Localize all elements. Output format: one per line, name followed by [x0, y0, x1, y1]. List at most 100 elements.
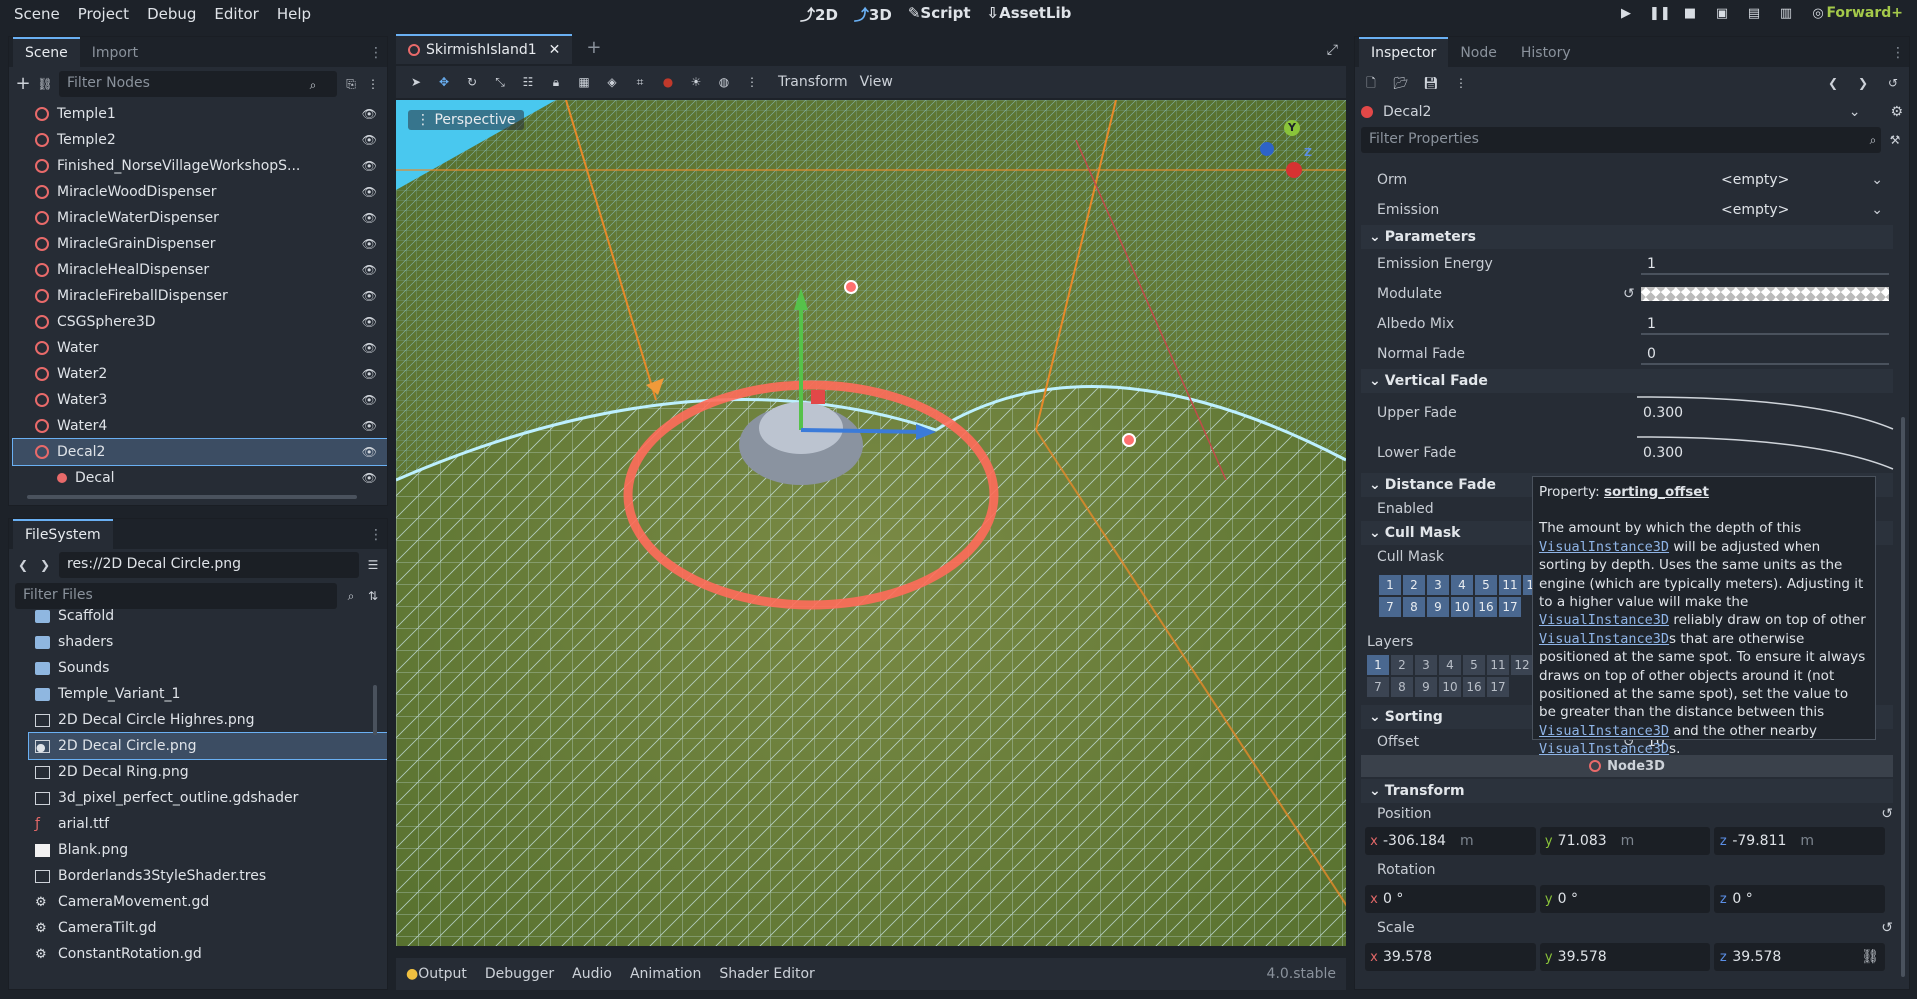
- rotation-y[interactable]: y0 °: [1539, 885, 1711, 913]
- perspective-button[interactable]: ⋮ Perspective: [408, 110, 524, 130]
- layer-cell[interactable]: 9: [1415, 677, 1437, 697]
- filter-files-input[interactable]: Filter Files: [15, 583, 337, 609]
- new-resource-icon[interactable]: 🗋︎: [1363, 75, 1379, 91]
- visibility-icon[interactable]: 👁︎: [362, 211, 377, 225]
- tree-item[interactable]: CSGSphere3D 👁︎: [13, 309, 387, 335]
- gizmo-neg-z[interactable]: [1260, 142, 1274, 156]
- revert-icon[interactable]: ↺: [1623, 286, 1635, 302]
- property-options-icon[interactable]: ⚒: [1887, 132, 1903, 148]
- layer-cell[interactable]: 5: [1463, 655, 1485, 675]
- emission-energy-value[interactable]: 1: [1647, 256, 1656, 272]
- layer-cell[interactable]: 8: [1403, 597, 1425, 617]
- layer-cell[interactable]: 3: [1427, 575, 1449, 595]
- layer-cell[interactable]: 12: [1511, 655, 1533, 675]
- chevron-down-icon[interactable]: ⌄: [1871, 202, 1883, 218]
- visibility-icon[interactable]: 👁︎: [362, 133, 377, 147]
- tree-item[interactable]: MiracleWoodDispenser 👁︎: [13, 179, 387, 205]
- sort-icon[interactable]: ⇅: [365, 588, 381, 604]
- tree-item[interactable]: Water4 👁︎: [13, 413, 387, 439]
- visibility-icon[interactable]: 👁︎: [362, 341, 377, 355]
- tree-item[interactable]: Finished_NorseVillageWorkshopS... 👁︎: [13, 153, 387, 179]
- split-mode-icon[interactable]: ☰: [365, 557, 381, 573]
- file-item[interactable]: ⚙CylinderMeshVerticesPosition.gd: [29, 967, 387, 973]
- transform-menu[interactable]: Transform: [778, 74, 848, 90]
- back-icon[interactable]: ❮: [15, 557, 31, 573]
- upper-fade-curve[interactable]: [1637, 393, 1897, 433]
- layer-cell[interactable]: 7: [1367, 677, 1389, 697]
- movie-maker-icon[interactable]: ◎: [1809, 5, 1827, 23]
- revert-icon[interactable]: ↺: [1881, 920, 1893, 936]
- mode-script-button[interactable]: ✎Script: [908, 4, 971, 25]
- layer-cell[interactable]: 8: [1391, 677, 1413, 697]
- more-icon[interactable]: ⋮: [1453, 75, 1469, 91]
- layer-cell[interactable]: 11: [1487, 655, 1509, 675]
- file-item[interactable]: Borderlands3StyleShader.tres: [29, 863, 387, 889]
- gizmo-z[interactable]: Z: [1304, 146, 1312, 159]
- layer-cell[interactable]: 2: [1403, 575, 1425, 595]
- camera-icon[interactable]: ●: [660, 74, 676, 90]
- gizmo-y[interactable]: Y: [1284, 120, 1300, 136]
- dock-menu-icon[interactable]: ⋮: [1891, 45, 1905, 61]
- emission-value[interactable]: <empty>: [1721, 202, 1789, 218]
- tooltip-link[interactable]: VisualInstance3D: [1539, 631, 1669, 647]
- renderer-selector[interactable]: Forward+: [1826, 5, 1903, 21]
- layer-cell[interactable]: 1: [1379, 575, 1401, 595]
- tab-node[interactable]: Node: [1448, 39, 1509, 67]
- visibility-icon[interactable]: 👁︎: [362, 393, 377, 407]
- albedo-mix-value[interactable]: 1: [1647, 316, 1656, 332]
- layer-cell[interactable]: 4: [1451, 575, 1473, 595]
- rotation-x[interactable]: x0 °: [1365, 885, 1536, 913]
- visibility-icon[interactable]: 👁︎: [362, 445, 377, 459]
- dock-menu-icon[interactable]: ⋮: [369, 527, 383, 543]
- filter-properties-input[interactable]: Filter Properties: [1361, 127, 1881, 153]
- position-y[interactable]: y 71.083 m: [1539, 827, 1711, 855]
- scale-x[interactable]: x 39.578: [1365, 943, 1536, 971]
- pause-icon[interactable]: ❚❚: [1649, 5, 1671, 23]
- tree-item[interactable]: MiracleFireballDispenser 👁︎: [13, 283, 387, 309]
- file-list-scrollbar[interactable]: [373, 685, 377, 735]
- mode-3d-button[interactable]: ⤴3D: [854, 4, 892, 25]
- layer-cell[interactable]: 11: [1499, 575, 1521, 595]
- snap-icon[interactable]: ⌗: [632, 74, 648, 90]
- rotate-tool-icon[interactable]: ↻: [464, 74, 480, 90]
- file-item[interactable]: ⚙ CameraMovement.gd: [29, 889, 387, 915]
- link-icon[interactable]: ⛓: [1861, 949, 1879, 965]
- file-item[interactable]: Blank.png: [29, 837, 387, 863]
- visibility-icon[interactable]: 👁︎: [362, 237, 377, 251]
- forward-icon[interactable]: ❯: [37, 557, 53, 573]
- albedo-mix-slider[interactable]: [1641, 333, 1889, 335]
- tab-animation[interactable]: Animation: [630, 966, 701, 982]
- tree-item[interactable]: MiracleGrainDispenser 👁︎: [13, 231, 387, 257]
- tree-item[interactable]: Temple2 👁︎: [13, 127, 387, 153]
- tab-shader-editor[interactable]: Shader Editor: [719, 966, 814, 982]
- play-scene-icon[interactable]: ▤: [1745, 5, 1763, 23]
- layer-cell[interactable]: 7: [1379, 597, 1401, 617]
- menu-project[interactable]: Project: [69, 5, 138, 23]
- visibility-icon[interactable]: 👁︎: [362, 289, 377, 303]
- view-gizmo[interactable]: Y Z: [1256, 118, 1316, 178]
- tab-filesystem[interactable]: FileSystem: [13, 519, 113, 549]
- add-tab-icon[interactable]: +: [586, 37, 601, 58]
- layer-cell[interactable]: 17: [1499, 597, 1521, 617]
- remote-debug-icon[interactable]: ▣: [1713, 5, 1731, 23]
- distraction-free-icon[interactable]: ⤢: [1327, 42, 1338, 58]
- layer-cell[interactable]: 10: [1451, 597, 1473, 617]
- instance-scene-icon[interactable]: ⎘: [343, 76, 359, 92]
- revert-icon[interactable]: ↺: [1881, 806, 1893, 822]
- tree-item[interactable]: Water 👁︎: [13, 335, 387, 361]
- tab-debugger[interactable]: Debugger: [485, 966, 554, 982]
- path-input[interactable]: res://2D Decal Circle.png: [59, 552, 359, 578]
- tooltip-link[interactable]: VisualInstance3D: [1539, 741, 1669, 757]
- history-icon[interactable]: ↺: [1885, 75, 1901, 91]
- scale-z[interactable]: z 39.578 ⛓: [1714, 943, 1886, 971]
- menu-help[interactable]: Help: [268, 5, 320, 23]
- menu-editor[interactable]: Editor: [205, 5, 267, 23]
- file-item[interactable]: 2D Decal Ring.png: [29, 759, 387, 785]
- lock-icon[interactable]: 🔒︎: [548, 74, 564, 90]
- visibility-icon[interactable]: 👁︎: [362, 263, 377, 277]
- visibility-icon[interactable]: 👁︎: [362, 159, 377, 173]
- file-item[interactable]: 3d_pixel_perfect_outline.gdshader: [29, 785, 387, 811]
- rotation-z[interactable]: z0 °: [1714, 885, 1886, 913]
- section-parameters[interactable]: ⌄ Parameters: [1361, 225, 1893, 249]
- normal-fade-value[interactable]: 0: [1647, 346, 1656, 362]
